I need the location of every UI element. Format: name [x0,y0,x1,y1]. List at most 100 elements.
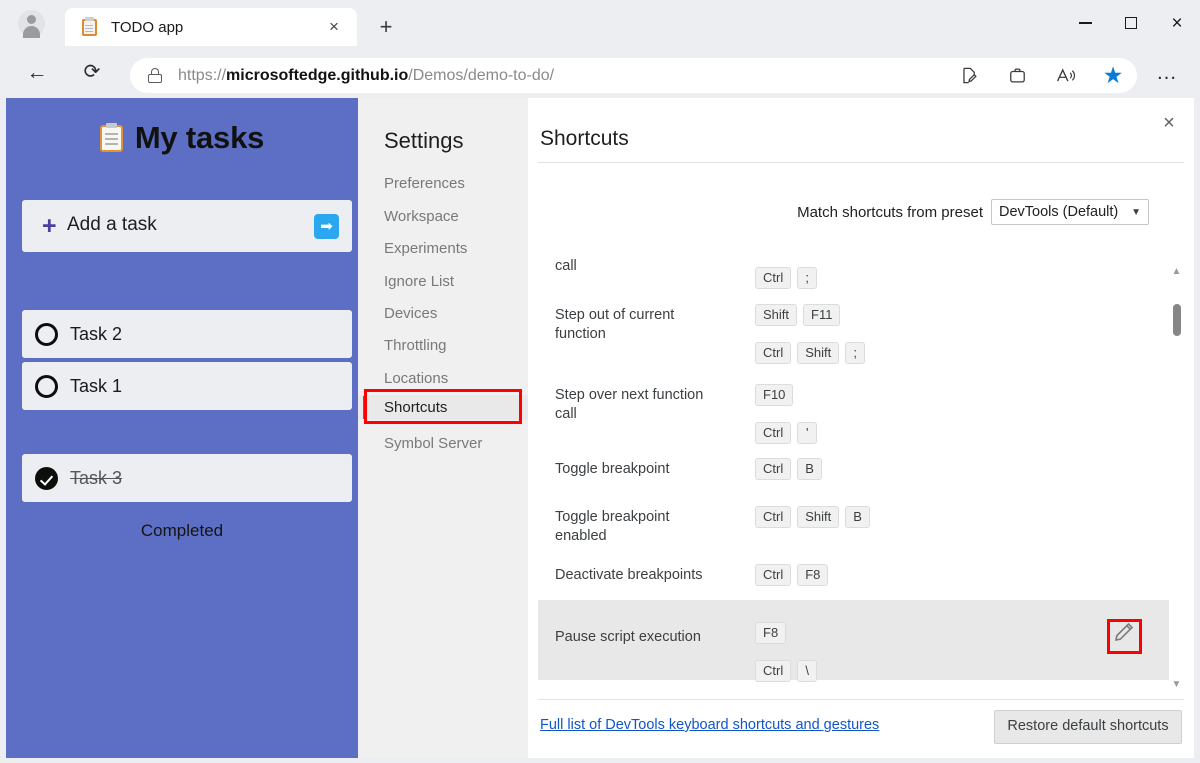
key-chip: ; [845,342,866,364]
sidebar-item-workspace[interactable]: Workspace [358,204,528,229]
back-button[interactable]: ← [20,55,54,89]
close-window-icon[interactable]: × [1154,0,1200,46]
shortcut-keys: Ctrl Shift ; [755,342,866,364]
key-chip: Ctrl [755,506,792,528]
shortcut-row-selected[interactable]: Pause script execution F8 Ctrl \ [538,600,1184,682]
shortcut-row[interactable]: call Ctrl ; [538,244,1184,289]
shortcut-keys: Ctrl ' [755,422,818,444]
shortcuts-scrollbar[interactable]: ▲ ▼ [1169,244,1184,694]
sidebar-item-locations[interactable]: Locations [358,366,528,391]
scroll-down-icon[interactable]: ▼ [1171,679,1182,690]
shortcut-name: Toggle breakpoint enabled [555,509,670,544]
shortcuts-panel: Shortcuts × Match shortcuts from preset … [528,98,1194,758]
task-label: Task 1 [70,375,123,396]
task-label: Task 3 [70,467,123,488]
add-task-placeholder: Add a task [67,214,157,235]
browser-window: TODO app × + × ← ⟳ https://microsoftedge… [0,0,1200,763]
sidebar-item-devices[interactable]: Devices [358,301,528,326]
shortcut-keys: F10 [755,384,794,406]
shortcut-keys: Ctrl \ [755,660,818,682]
key-chip: Ctrl [755,342,792,364]
settings-title: Settings [384,128,464,153]
notes-icon[interactable] [945,58,993,93]
devtools-shortcuts-doc-link[interactable]: Full list of DevTools keyboard shortcuts… [540,717,879,733]
preset-label: Match shortcuts from preset [797,203,983,221]
key-chip: Ctrl [755,422,792,444]
window-controls: × [1062,0,1200,46]
task-label: Task 2 [70,323,123,344]
lock-icon [148,68,162,83]
clipboard-icon [99,123,123,152]
key-chip: B [797,458,822,480]
shortcut-name: Deactivate breakpoints [555,567,703,583]
preset-dropdown[interactable]: DevTools (Default) ▼ [991,199,1149,225]
reload-button[interactable]: ⟳ [75,55,109,89]
key-chip: \ [797,660,818,682]
browser-settings-menu[interactable]: … [1152,62,1182,90]
task-checkbox[interactable] [35,322,58,346]
key-chip: F8 [797,564,829,586]
omnibox-actions: ★ [945,58,1137,93]
page-viewport: My tasks + Add a task ➡ To do Task 2 Tas… [6,98,1194,758]
favorite-star-icon[interactable]: ★ [1089,58,1137,93]
task-checkbox[interactable] [35,374,58,398]
task-checkbox-checked[interactable] [35,466,58,490]
shortcut-keys: Ctrl F8 [755,564,829,586]
sidebar-item-symbol-server[interactable]: Symbol Server [358,431,528,456]
url-path: /Demos/demo-to-do/ [408,66,555,84]
shortcut-row[interactable]: Deactivate breakpoints Ctrl F8 [538,552,1184,600]
sidebar-item-throttling[interactable]: Throttling [358,333,528,358]
new-tab-button[interactable]: + [372,14,400,40]
shortcuts-list: call Ctrl ; Step out of current function… [538,244,1184,694]
task-item[interactable]: Task 1 [22,362,352,410]
key-chip: B [845,506,870,528]
key-chip: Shift [755,304,798,326]
close-tab-icon[interactable]: × [325,18,343,36]
task-item[interactable]: Task 2 [22,310,352,358]
tab-title: TODO app [111,18,184,36]
edit-shortcut-pencil[interactable] [1111,619,1137,645]
shortcut-row[interactable]: Step over next function call F10 Ctrl ' [538,366,1184,446]
plus-icon: + [42,212,57,240]
shortcut-row[interactable]: Toggle breakpoint Ctrl B [538,446,1184,494]
add-task-input[interactable]: + Add a task ➡ [22,200,352,252]
preset-value: DevTools (Default) [999,204,1119,220]
key-chip: Shift [797,342,840,364]
minimize-icon[interactable] [1062,0,1108,46]
shortcut-name: Step out of current function [555,307,675,342]
chevron-down-icon: ▼ [1131,206,1141,218]
sidebar-item-preferences[interactable]: Preferences [358,171,528,196]
preset-row: Match shortcuts from preset DevTools (De… [797,199,1149,225]
shortcut-keys: F8 [755,622,787,644]
shortcut-name: Pause script execution [555,629,701,645]
scrollbar-thumb[interactable] [1173,304,1181,336]
submit-task-button[interactable]: ➡ [314,214,339,239]
devtools-settings: Settings Preferences Workspace Experimen… [358,98,1194,758]
page-title: My tasks [6,120,358,156]
shortcut-name: call [555,258,577,274]
scroll-up-icon[interactable]: ▲ [1171,266,1182,277]
key-chip: ' [797,422,818,444]
shortcut-keys: Shift F11 [755,304,841,326]
read-aloud-icon[interactable] [1041,58,1089,93]
shortcut-row[interactable]: Step out of current function Shift F11 C… [538,286,1184,366]
maximize-icon[interactable] [1108,0,1154,46]
task-item-completed[interactable]: Task 3 [22,454,352,502]
key-chip: Ctrl [755,660,792,682]
avatar-head [27,15,36,24]
sidebar-item-experiments[interactable]: Experiments [358,236,528,261]
clipboard-icon [81,17,99,36]
browser-tab[interactable]: TODO app × [65,8,357,46]
profile-avatar-icon[interactable] [18,10,45,38]
collections-icon[interactable] [993,58,1041,93]
sidebar-item-ignore-list[interactable]: Ignore List [358,269,528,294]
sidebar-item-shortcuts[interactable]: Shortcuts [358,395,528,420]
key-chip: F11 [803,304,841,326]
address-bar[interactable]: https://microsoftedge.github.io/Demos/de… [130,58,1137,93]
close-settings-icon[interactable]: × [1156,110,1182,136]
shortcut-keys: Ctrl B [755,458,822,480]
shortcut-keys: Ctrl Shift B [755,506,870,528]
tab-strip: TODO app × + × [0,0,1200,46]
shortcut-row[interactable]: Toggle breakpoint enabled Ctrl Shift B [538,494,1184,552]
restore-default-shortcuts-button[interactable]: Restore default shortcuts [994,710,1182,744]
